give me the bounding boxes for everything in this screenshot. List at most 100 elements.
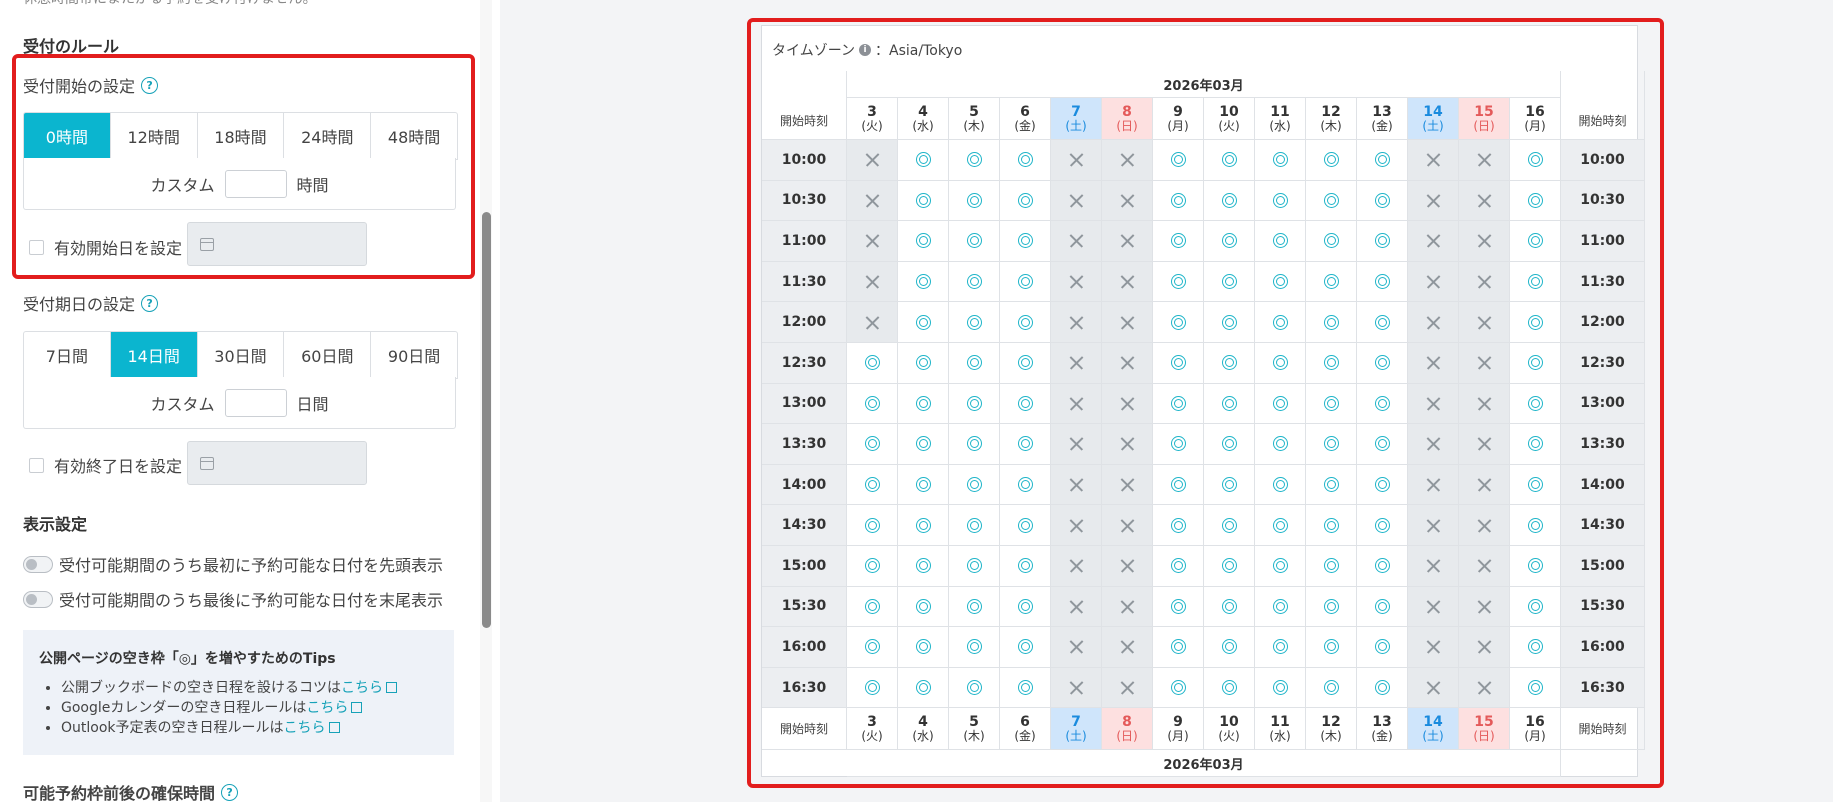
slot-available[interactable] [898, 221, 949, 262]
slot-available[interactable] [1510, 546, 1561, 587]
slot-unavailable[interactable] [1408, 505, 1459, 546]
slot-available[interactable] [1255, 302, 1306, 343]
slot-available[interactable] [1153, 140, 1204, 181]
toggle-row-first[interactable]: 受付可能期間のうち最初に予約可能な日付を先頭表示 [23, 552, 443, 576]
slot-unavailable[interactable] [1051, 140, 1102, 181]
slot-available[interactable] [1204, 464, 1255, 506]
scrollbar-thumb[interactable] [482, 212, 491, 628]
slot-available[interactable] [1357, 627, 1408, 668]
slot-available[interactable] [898, 627, 949, 668]
slot-unavailable[interactable] [1408, 140, 1459, 181]
slot-unavailable[interactable] [1459, 383, 1510, 425]
custom-days-input[interactable] [224, 388, 287, 417]
slot-unavailable[interactable] [1408, 586, 1459, 628]
slot-available[interactable] [1153, 546, 1204, 587]
end-period-option[interactable]: 60日間 [284, 332, 372, 378]
slot-unavailable[interactable] [1459, 221, 1510, 262]
slot-available[interactable] [1357, 586, 1408, 628]
slot-available[interactable] [1204, 667, 1255, 709]
toggle-switch[interactable] [23, 590, 53, 608]
slot-unavailable[interactable] [1102, 343, 1153, 384]
slot-unavailable[interactable] [1459, 505, 1510, 546]
slot-available[interactable] [949, 546, 1000, 587]
slot-available[interactable] [949, 383, 1000, 425]
slot-available[interactable] [1357, 302, 1408, 343]
slot-available[interactable] [949, 505, 1000, 546]
slot-unavailable[interactable] [1051, 343, 1102, 384]
slot-unavailable[interactable] [1459, 261, 1510, 303]
slot-available[interactable] [1306, 505, 1357, 546]
slot-unavailable[interactable] [847, 302, 898, 343]
slot-available[interactable] [1357, 424, 1408, 465]
slot-available[interactable] [1306, 221, 1357, 262]
slot-unavailable[interactable] [847, 261, 898, 303]
slot-unavailable[interactable] [1459, 343, 1510, 384]
slot-available[interactable] [1357, 667, 1408, 709]
slot-available[interactable] [1255, 383, 1306, 425]
slot-available[interactable] [898, 505, 949, 546]
start-date-picker[interactable] [187, 222, 367, 266]
slot-available[interactable] [898, 464, 949, 506]
slot-available[interactable] [1000, 140, 1051, 181]
slot-unavailable[interactable] [1051, 505, 1102, 546]
slot-available[interactable] [1357, 221, 1408, 262]
slot-unavailable[interactable] [1051, 302, 1102, 343]
slot-unavailable[interactable] [1408, 464, 1459, 506]
slot-available[interactable] [1255, 546, 1306, 587]
custom-hours-input[interactable] [224, 169, 287, 198]
slot-available[interactable] [1357, 261, 1408, 303]
slot-available[interactable] [1510, 424, 1561, 465]
slot-available[interactable] [949, 343, 1000, 384]
slot-unavailable[interactable] [1459, 586, 1510, 628]
slot-unavailable[interactable] [1051, 667, 1102, 709]
slot-unavailable[interactable] [1102, 627, 1153, 668]
start-date-checkbox[interactable] [29, 239, 44, 255]
slot-available[interactable] [1510, 140, 1561, 181]
slot-available[interactable] [1255, 627, 1306, 668]
slot-available[interactable] [1000, 221, 1051, 262]
slot-available[interactable] [1357, 140, 1408, 181]
slot-available[interactable] [898, 424, 949, 465]
slot-unavailable[interactable] [1408, 424, 1459, 465]
slot-available[interactable] [1255, 424, 1306, 465]
slot-unavailable[interactable] [1102, 464, 1153, 506]
slot-available[interactable] [1306, 464, 1357, 506]
slot-available[interactable] [1153, 383, 1204, 425]
slot-available[interactable] [1306, 383, 1357, 425]
slot-unavailable[interactable] [1051, 221, 1102, 262]
slot-available[interactable] [1000, 627, 1051, 668]
slot-available[interactable] [847, 546, 898, 587]
slot-available[interactable] [1153, 667, 1204, 709]
slot-available[interactable] [1204, 546, 1255, 587]
help-icon[interactable]: ? [141, 294, 159, 312]
slot-available[interactable] [898, 343, 949, 384]
slot-available[interactable] [1153, 586, 1204, 628]
slot-available[interactable] [1153, 302, 1204, 343]
slot-unavailable[interactable] [1102, 505, 1153, 546]
slot-unavailable[interactable] [1102, 261, 1153, 303]
slot-available[interactable] [898, 586, 949, 628]
slot-available[interactable] [847, 343, 898, 384]
slot-available[interactable] [1306, 586, 1357, 628]
slot-available[interactable] [1204, 302, 1255, 343]
end-period-option[interactable]: 14日間 [110, 332, 198, 378]
slot-available[interactable] [1000, 383, 1051, 425]
slot-available[interactable] [949, 667, 1000, 709]
slot-available[interactable] [1204, 140, 1255, 181]
slot-unavailable[interactable] [1459, 302, 1510, 343]
slot-unavailable[interactable] [1051, 180, 1102, 222]
slot-available[interactable] [1255, 464, 1306, 506]
slot-available[interactable] [898, 667, 949, 709]
slot-available[interactable] [1306, 302, 1357, 343]
slot-available[interactable] [1153, 343, 1204, 384]
slot-available[interactable] [847, 667, 898, 709]
slot-unavailable[interactable] [1051, 464, 1102, 506]
end-period-option[interactable]: 30日間 [198, 332, 285, 378]
slot-unavailable[interactable] [1102, 667, 1153, 709]
slot-available[interactable] [1000, 464, 1051, 506]
slot-available[interactable] [1204, 343, 1255, 384]
slot-available[interactable] [1255, 586, 1306, 628]
slot-available[interactable] [1204, 586, 1255, 628]
start-offset-option[interactable]: 12時間 [111, 113, 198, 159]
slot-available[interactable] [1153, 221, 1204, 262]
